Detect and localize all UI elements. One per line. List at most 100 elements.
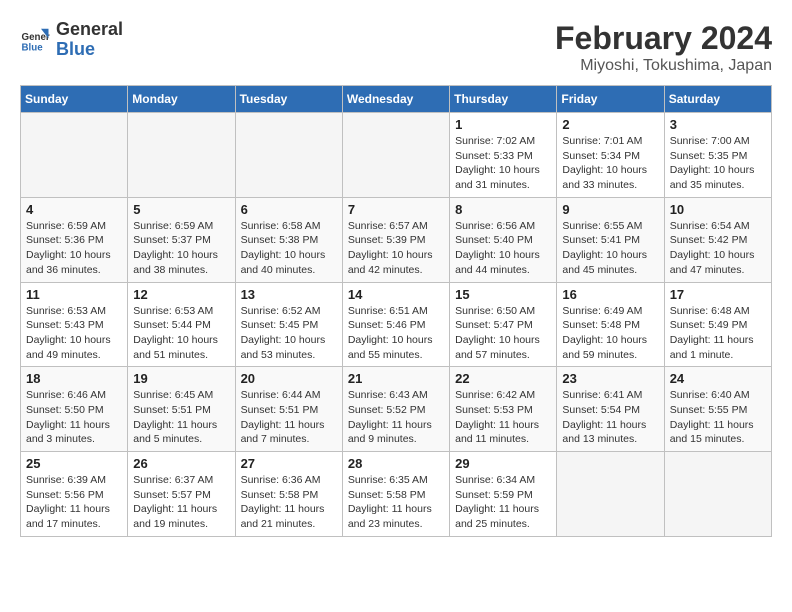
calendar-cell: 4 Sunrise: 6:59 AMSunset: 5:36 PMDaylight… (21, 197, 128, 282)
logo-general: General (56, 20, 123, 40)
day-number: 11 (26, 287, 122, 302)
day-info: Sunrise: 6:53 AMSunset: 5:43 PMDaylight:… (26, 304, 122, 363)
calendar-cell: 14 Sunrise: 6:51 AMSunset: 5:46 PMDayligh… (342, 282, 449, 367)
month-title: February 2024 (555, 20, 772, 57)
day-number: 7 (348, 202, 444, 217)
calendar-cell: 6 Sunrise: 6:58 AMSunset: 5:38 PMDaylight… (235, 197, 342, 282)
calendar-week-4: 25 Sunrise: 6:39 AMSunset: 5:56 PMDayligh… (21, 452, 772, 537)
calendar-cell: 13 Sunrise: 6:52 AMSunset: 5:45 PMDayligh… (235, 282, 342, 367)
day-number: 8 (455, 202, 551, 217)
day-number: 14 (348, 287, 444, 302)
day-info: Sunrise: 6:59 AMSunset: 5:36 PMDaylight:… (26, 219, 122, 278)
day-number: 23 (562, 371, 658, 386)
calendar-cell (664, 452, 771, 537)
day-info: Sunrise: 6:36 AMSunset: 5:58 PMDaylight:… (241, 473, 337, 532)
day-info: Sunrise: 6:37 AMSunset: 5:57 PMDaylight:… (133, 473, 229, 532)
day-number: 25 (26, 456, 122, 471)
calendar-week-2: 11 Sunrise: 6:53 AMSunset: 5:43 PMDayligh… (21, 282, 772, 367)
day-info: Sunrise: 6:42 AMSunset: 5:53 PMDaylight:… (455, 388, 551, 447)
day-number: 27 (241, 456, 337, 471)
calendar-cell: 29 Sunrise: 6:34 AMSunset: 5:59 PMDayligh… (450, 452, 557, 537)
day-number: 22 (455, 371, 551, 386)
logo-icon: General Blue (20, 25, 50, 55)
calendar-cell: 9Sunrise: 6:55 AMSunset: 5:41 PMDaylight… (557, 197, 664, 282)
day-number: 17 (670, 287, 766, 302)
day-number: 15 (455, 287, 551, 302)
day-info: Sunrise: 6:35 AMSunset: 5:58 PMDaylight:… (348, 473, 444, 532)
calendar-cell: 26 Sunrise: 6:37 AMSunset: 5:57 PMDayligh… (128, 452, 235, 537)
calendar-cell: 24Sunrise: 6:40 AMSunset: 5:55 PMDayligh… (664, 367, 771, 452)
day-info: Sunrise: 7:01 AMSunset: 5:34 PMDaylight:… (562, 134, 658, 193)
logo-blue: Blue (56, 40, 123, 60)
day-info: Sunrise: 6:34 AMSunset: 5:59 PMDaylight:… (455, 473, 551, 532)
day-number: 29 (455, 456, 551, 471)
day-header-friday: Friday (557, 86, 664, 113)
day-number: 6 (241, 202, 337, 217)
day-number: 26 (133, 456, 229, 471)
day-info: Sunrise: 7:00 AMSunset: 5:35 PMDaylight:… (670, 134, 766, 193)
calendar-cell: 21 Sunrise: 6:43 AMSunset: 5:52 PMDayligh… (342, 367, 449, 452)
calendar-cell: 28 Sunrise: 6:35 AMSunset: 5:58 PMDayligh… (342, 452, 449, 537)
calendar-cell: 25 Sunrise: 6:39 AMSunset: 5:56 PMDayligh… (21, 452, 128, 537)
day-number: 1 (455, 117, 551, 132)
calendar-cell (342, 113, 449, 198)
calendar-cell: 18 Sunrise: 6:46 AMSunset: 5:50 PMDayligh… (21, 367, 128, 452)
calendar-cell (21, 113, 128, 198)
page-header: General Blue General Blue February 2024 … (20, 20, 772, 75)
day-info: Sunrise: 6:43 AMSunset: 5:52 PMDaylight:… (348, 388, 444, 447)
day-number: 4 (26, 202, 122, 217)
day-number: 18 (26, 371, 122, 386)
day-info: Sunrise: 7:02 AMSunset: 5:33 PMDaylight:… (455, 134, 551, 193)
day-info: Sunrise: 6:57 AMSunset: 5:39 PMDaylight:… (348, 219, 444, 278)
day-number: 28 (348, 456, 444, 471)
day-number: 21 (348, 371, 444, 386)
day-info: Sunrise: 6:48 AMSunset: 5:49 PMDaylight:… (670, 304, 766, 363)
calendar-cell: 11 Sunrise: 6:53 AMSunset: 5:43 PMDayligh… (21, 282, 128, 367)
day-number: 5 (133, 202, 229, 217)
calendar-cell: 22 Sunrise: 6:42 AMSunset: 5:53 PMDayligh… (450, 367, 557, 452)
day-number: 13 (241, 287, 337, 302)
calendar-cell: 27 Sunrise: 6:36 AMSunset: 5:58 PMDayligh… (235, 452, 342, 537)
day-info: Sunrise: 6:51 AMSunset: 5:46 PMDaylight:… (348, 304, 444, 363)
day-number: 9 (562, 202, 658, 217)
day-header-thursday: Thursday (450, 86, 557, 113)
day-header-sunday: Sunday (21, 86, 128, 113)
svg-text:Blue: Blue (22, 42, 44, 53)
calendar-cell: 23Sunrise: 6:41 AMSunset: 5:54 PMDayligh… (557, 367, 664, 452)
calendar-cell: 17 Sunrise: 6:48 AMSunset: 5:49 PMDayligh… (664, 282, 771, 367)
calendar-cell: 20 Sunrise: 6:44 AMSunset: 5:51 PMDayligh… (235, 367, 342, 452)
calendar-cell (128, 113, 235, 198)
day-info: Sunrise: 6:50 AMSunset: 5:47 PMDaylight:… (455, 304, 551, 363)
calendar-cell: 12Sunrise: 6:53 AMSunset: 5:44 PMDayligh… (128, 282, 235, 367)
day-info: Sunrise: 6:45 AMSunset: 5:51 PMDaylight:… (133, 388, 229, 447)
calendar-week-0: 1 Sunrise: 7:02 AMSunset: 5:33 PMDaylight… (21, 113, 772, 198)
day-number: 20 (241, 371, 337, 386)
day-info: Sunrise: 6:56 AMSunset: 5:40 PMDaylight:… (455, 219, 551, 278)
day-number: 12 (133, 287, 229, 302)
calendar-cell: 2Sunrise: 7:01 AMSunset: 5:34 PMDaylight… (557, 113, 664, 198)
calendar-cell: 19 Sunrise: 6:45 AMSunset: 5:51 PMDayligh… (128, 367, 235, 452)
calendar-week-3: 18 Sunrise: 6:46 AMSunset: 5:50 PMDayligh… (21, 367, 772, 452)
calendar-cell (557, 452, 664, 537)
calendar-cell: 3 Sunrise: 7:00 AMSunset: 5:35 PMDaylight… (664, 113, 771, 198)
day-info: Sunrise: 6:39 AMSunset: 5:56 PMDaylight:… (26, 473, 122, 532)
day-info: Sunrise: 6:59 AMSunset: 5:37 PMDaylight:… (133, 219, 229, 278)
calendar-cell (235, 113, 342, 198)
day-number: 16 (562, 287, 658, 302)
calendar-week-1: 4 Sunrise: 6:59 AMSunset: 5:36 PMDaylight… (21, 197, 772, 282)
day-info: Sunrise: 6:44 AMSunset: 5:51 PMDaylight:… (241, 388, 337, 447)
calendar-body: 1 Sunrise: 7:02 AMSunset: 5:33 PMDaylight… (21, 113, 772, 537)
day-info: Sunrise: 6:46 AMSunset: 5:50 PMDaylight:… (26, 388, 122, 447)
day-info: Sunrise: 6:58 AMSunset: 5:38 PMDaylight:… (241, 219, 337, 278)
day-number: 3 (670, 117, 766, 132)
day-number: 10 (670, 202, 766, 217)
day-header-tuesday: Tuesday (235, 86, 342, 113)
day-number: 19 (133, 371, 229, 386)
logo: General Blue General Blue (20, 20, 123, 60)
calendar-cell: 10Sunrise: 6:54 AMSunset: 5:42 PMDayligh… (664, 197, 771, 282)
calendar-cell: 15 Sunrise: 6:50 AMSunset: 5:47 PMDayligh… (450, 282, 557, 367)
day-info: Sunrise: 6:52 AMSunset: 5:45 PMDaylight:… (241, 304, 337, 363)
day-number: 24 (670, 371, 766, 386)
day-header-monday: Monday (128, 86, 235, 113)
calendar-table: SundayMondayTuesdayWednesdayThursdayFrid… (20, 85, 772, 537)
